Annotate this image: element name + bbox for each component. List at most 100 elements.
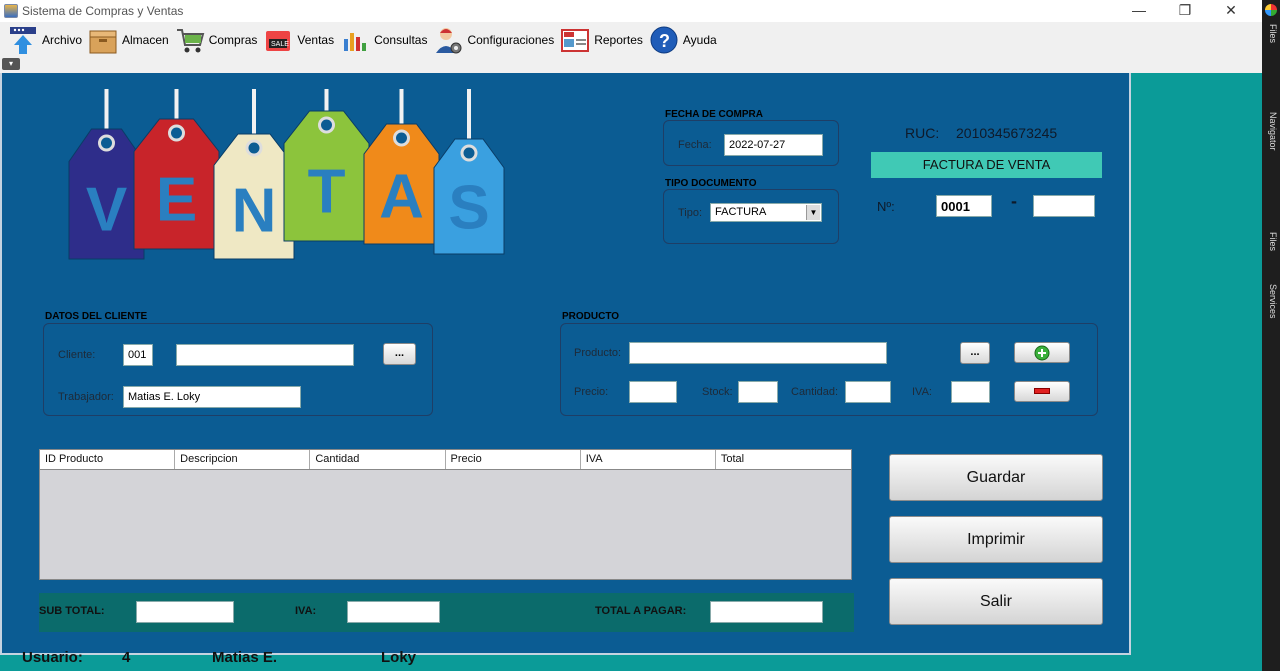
ruc-value: 2010345673245 xyxy=(956,125,1058,141)
close-button[interactable]: ✕ xyxy=(1208,0,1254,22)
fecha-field[interactable]: 2022-07-27 xyxy=(724,134,823,156)
restore-button[interactable]: ❐ xyxy=(1162,0,1208,22)
precio-field[interactable] xyxy=(629,381,677,403)
menu-ventas[interactable]: SALE Ventas xyxy=(263,24,334,56)
totals-bar: SUB TOTAL: IVA: TOTAL A PAGAR: xyxy=(39,593,854,632)
menu-label: Compras xyxy=(208,32,258,47)
cantidad-label: Cantidad: xyxy=(791,386,839,398)
table-header: ID Producto Descripcion Cantidad Precio … xyxy=(40,450,851,470)
producto-group-label: PRODUCTO xyxy=(562,311,620,322)
news-icon xyxy=(560,25,590,55)
fecha-group-label: FECHA DE COMPRA xyxy=(665,109,763,120)
ventas-letter: N xyxy=(232,177,277,246)
tab-files-2[interactable]: Files xyxy=(1264,232,1278,251)
buscar-producto-button[interactable]: ... xyxy=(960,342,990,364)
numero-field[interactable] xyxy=(1033,195,1095,217)
menu-bar: Archivo Almacen Compras SALE Ventas Cons… xyxy=(0,22,1262,57)
total-iva-field[interactable] xyxy=(347,601,440,623)
cliente-nombre-field[interactable] xyxy=(176,344,354,366)
minus-icon xyxy=(1034,388,1050,394)
ventas-tag: S xyxy=(433,89,505,255)
menu-consultas[interactable]: Consultas xyxy=(340,24,427,56)
precio-label: Precio: xyxy=(574,386,609,398)
subtotal-field[interactable] xyxy=(136,601,234,623)
numero-label: Nº: xyxy=(877,199,895,214)
window-title: Sistema de Compras y Ventas xyxy=(22,4,184,18)
column-header[interactable]: Cantidad xyxy=(310,450,446,469)
chart-icon xyxy=(340,25,370,55)
window-controls: — ❐ ✕ xyxy=(1116,0,1254,22)
menu-configuraciones[interactable]: Configuraciones xyxy=(433,24,554,56)
tab-navigator[interactable]: Navigator xyxy=(1264,112,1278,151)
ventas-tag: N xyxy=(213,89,295,260)
cantidad-field[interactable] xyxy=(845,381,891,403)
menu-label: Ventas xyxy=(297,32,335,47)
total-pagar-label: TOTAL A PAGAR: xyxy=(595,605,687,617)
tab-services[interactable]: Services xyxy=(1264,284,1278,319)
ide-logo-icon xyxy=(1265,4,1277,16)
total-pagar-field[interactable] xyxy=(710,601,823,623)
producto-label: Producto: xyxy=(574,347,622,359)
svg-text:?: ? xyxy=(659,31,670,51)
ruc-label: RUC: xyxy=(905,125,940,141)
stock-field[interactable] xyxy=(738,381,778,403)
column-header[interactable]: Descripcion xyxy=(175,450,311,469)
ventas-logo: VENTAS xyxy=(68,89,505,260)
ventas-letter: A xyxy=(379,163,424,232)
cliente-id-field[interactable]: 001 xyxy=(123,344,153,366)
numero-dash: - xyxy=(1011,191,1017,211)
iva-field[interactable] xyxy=(951,381,990,403)
buscar-cliente-button[interactable]: ... xyxy=(383,343,416,365)
tipo-label: Tipo: xyxy=(678,207,703,219)
producto-field[interactable] xyxy=(629,342,887,364)
menu-reportes[interactable]: Reportes xyxy=(560,24,643,56)
tab-files[interactable]: Files xyxy=(1264,24,1278,43)
detalle-table[interactable]: ID Producto Descripcion Cantidad Precio … xyxy=(39,449,852,580)
menu-archivo[interactable]: Archivo xyxy=(8,24,82,56)
trabajador-field[interactable]: Matias E. Loky xyxy=(123,386,301,408)
svg-text:SALE: SALE xyxy=(271,41,289,48)
salir-button[interactable]: Salir xyxy=(889,578,1103,625)
fecha-label: Fecha: xyxy=(678,139,712,151)
total-iva-label: IVA: xyxy=(295,605,317,617)
usuario-apellido: Loky xyxy=(381,649,417,666)
ventas-tag: E xyxy=(133,89,220,250)
menu-label: Consultas xyxy=(374,32,428,47)
cliente-group-label: DATOS DEL CLIENTE xyxy=(45,311,148,322)
menu-label: Ayuda xyxy=(682,32,717,47)
menu-almacen[interactable]: Almacen xyxy=(88,24,169,56)
remove-product-button[interactable] xyxy=(1014,381,1070,402)
guardar-button[interactable]: Guardar xyxy=(889,454,1103,501)
plus-icon xyxy=(1034,345,1050,361)
tipo-select-value: FACTURA xyxy=(715,206,767,218)
factura-title: FACTURA DE VENTA xyxy=(871,152,1102,178)
serie-field[interactable]: 0001 xyxy=(936,195,992,217)
minimize-button[interactable]: — xyxy=(1116,0,1162,22)
upload-icon xyxy=(8,25,38,55)
column-header[interactable]: ID Producto xyxy=(40,450,176,469)
ventas-letter: V xyxy=(86,175,127,244)
java-app-icon xyxy=(4,4,18,18)
box-icon xyxy=(88,25,118,55)
chevron-down-icon[interactable]: ▼ xyxy=(806,205,820,220)
column-header[interactable]: IVA xyxy=(581,450,716,469)
menu-ayuda[interactable]: ? Ayuda xyxy=(649,24,717,56)
add-product-button[interactable] xyxy=(1014,342,1070,363)
ventas-letter: T xyxy=(308,157,346,226)
stock-label: Stock: xyxy=(702,386,733,398)
trabajador-label: Trabajador: xyxy=(58,391,114,403)
usuario-label: Usuario: xyxy=(22,649,83,666)
column-header[interactable]: Total xyxy=(716,450,851,469)
usuario-nombre: Matias E. xyxy=(212,649,278,666)
help-icon: ? xyxy=(649,25,679,55)
menu-label: Reportes xyxy=(594,32,643,47)
menu-compras[interactable]: Compras xyxy=(175,24,258,56)
imprimir-button[interactable]: Imprimir xyxy=(889,516,1103,563)
chevron-down-icon[interactable]: ▾ xyxy=(2,58,20,70)
menu-label: Configuraciones xyxy=(467,32,555,47)
column-header[interactable]: Precio xyxy=(446,450,581,469)
iva-label: IVA: xyxy=(912,386,932,398)
ide-side-panel: Files Navigator Files Services xyxy=(1262,0,1280,671)
tipo-select[interactable]: FACTURA ▼ xyxy=(710,203,822,222)
ventas-internal-frame: VENTAS FECHA DE COMPRA Fecha: 2022-07-27… xyxy=(0,73,1131,655)
